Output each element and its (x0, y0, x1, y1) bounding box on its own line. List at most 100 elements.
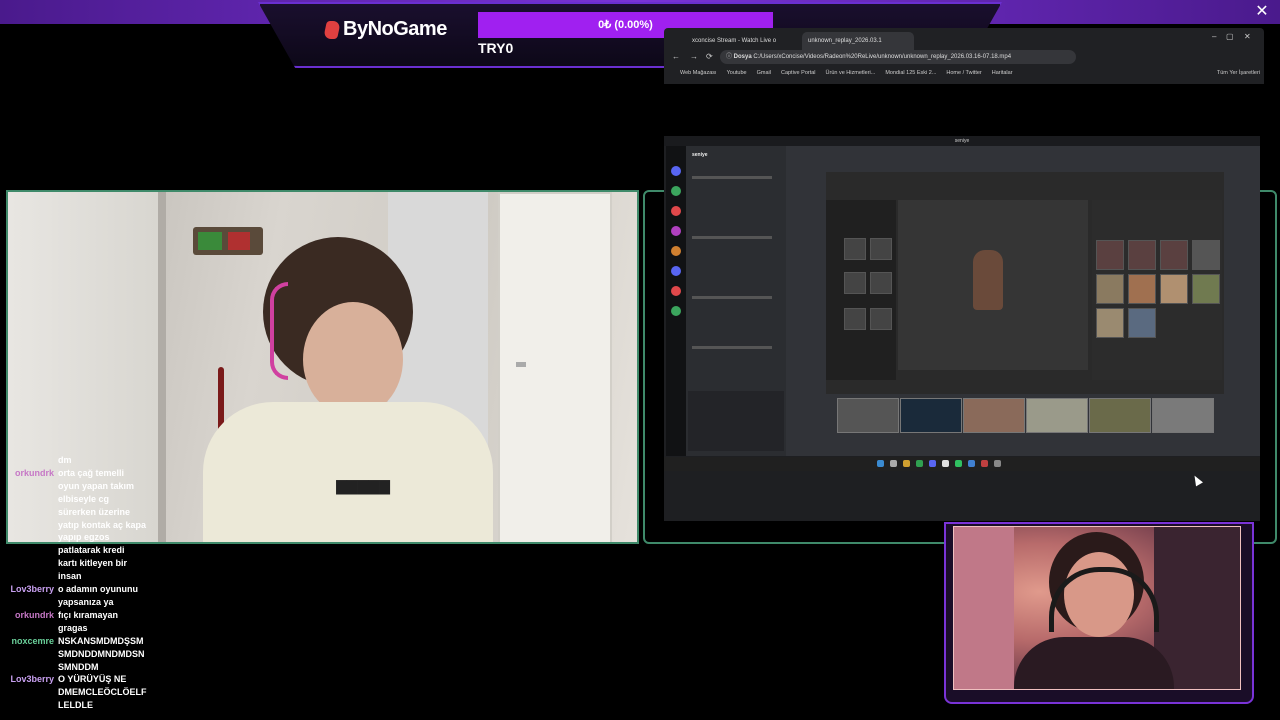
chat-message: oyun yapan takım (8, 480, 168, 493)
server-icon[interactable] (671, 306, 681, 316)
asset-thumb (1128, 240, 1156, 270)
app-icon[interactable] (981, 460, 988, 467)
shelf-item-green (198, 232, 222, 250)
chat-text: NSKANSMDMDŞSM (58, 635, 144, 646)
chat-message: orkundrk orta çağ temelli (8, 467, 168, 480)
chat-text: SMDNDDMNDMDSN (58, 648, 145, 659)
browser-tab[interactable]: xconcise Stream - Watch Live o (686, 32, 794, 50)
bookmark-item[interactable]: Mondial 125 Eski 2... (885, 70, 936, 80)
logo-text: ByNoGame (343, 18, 447, 40)
participant-stream-tile[interactable] (1089, 398, 1151, 433)
chat-username[interactable]: orkundrk (8, 467, 58, 480)
chat-username[interactable] (8, 557, 58, 570)
chat-username[interactable] (8, 648, 58, 661)
chat-username[interactable] (8, 454, 58, 467)
bookmark-item[interactable]: Gmail (757, 70, 771, 80)
steam-icon[interactable] (968, 460, 975, 467)
bookmark-item[interactable]: Tüm Yer İşaretleri (1217, 70, 1260, 80)
chat-username[interactable] (8, 480, 58, 493)
tab-label: unknown_replay_2026.03.1 (808, 38, 882, 44)
chat-username[interactable]: Lov3berry (8, 583, 58, 596)
explorer-icon[interactable] (903, 460, 910, 467)
bookmark-item[interactable]: Web Mağazası (680, 70, 717, 80)
app-icon[interactable] (994, 460, 1001, 467)
search-icon[interactable] (890, 460, 897, 467)
close-icon[interactable]: ✕ (1254, 4, 1270, 20)
server-icon[interactable] (671, 206, 681, 216)
browser-tab-active[interactable]: unknown_replay_2026.03.1 (802, 32, 914, 50)
server-icon[interactable] (671, 266, 681, 276)
chat-username[interactable] (8, 661, 58, 674)
face (303, 302, 403, 417)
bookmark-item[interactable]: Youtube (727, 70, 747, 80)
chat-username[interactable] (8, 493, 58, 506)
server-icon[interactable] (671, 186, 681, 196)
chat-username[interactable]: Lov3berry (8, 673, 58, 686)
chat-message: sürerken üzerine (8, 506, 168, 519)
asset-thumb (1192, 240, 1220, 270)
file-icon: ⓘ (726, 54, 734, 60)
chat-username[interactable] (8, 686, 58, 699)
participant-stream-tile[interactable] (1026, 398, 1088, 433)
channel-row (692, 236, 772, 239)
bookmark-item[interactable]: Haritalar (992, 70, 1013, 80)
chat-text: patlatarak kredi (58, 545, 125, 556)
whatsapp-icon[interactable] (955, 460, 962, 467)
chat-username[interactable] (8, 544, 58, 557)
bookmark-item[interactable]: Captive Portal (781, 70, 816, 80)
chat-username[interactable] (8, 622, 58, 635)
chat-text: yapıp egzos (58, 532, 110, 543)
start-icon[interactable] (877, 460, 884, 467)
asset-thumb (1096, 308, 1124, 338)
participant-stream-tile[interactable] (1152, 398, 1214, 433)
bookmark-item[interactable]: Home / Twitter (946, 70, 981, 80)
chrome-icon[interactable] (942, 460, 949, 467)
back-icon[interactable]: ← (672, 52, 680, 61)
minimize-icon[interactable]: – (1212, 32, 1216, 41)
chat-message: insan (8, 570, 168, 583)
chat-message: SMDNDDMNDMDSN (8, 648, 168, 661)
chat-message: yapıp egzos (8, 531, 168, 544)
forward-icon[interactable]: → (690, 52, 698, 61)
chat-username[interactable]: orkundrk (8, 609, 58, 622)
chat-username[interactable] (8, 596, 58, 609)
chat-username[interactable] (8, 699, 58, 712)
chat-text: elbiseyle cg (58, 493, 110, 504)
chat-username[interactable] (8, 519, 58, 532)
reload-icon[interactable]: ⟳ (706, 52, 713, 61)
chat-text: sürerken üzerine (58, 506, 131, 517)
chat-username[interactable] (8, 506, 58, 519)
window-close-icon[interactable]: ✕ (1244, 32, 1251, 41)
bynogame-logo: ByNoGame (323, 18, 447, 41)
chat-username[interactable]: noxcemre (8, 635, 58, 648)
headphones (270, 282, 288, 380)
3d-character-model (973, 250, 1003, 310)
chat-text: gragas (58, 622, 88, 633)
chat-message: gragas (8, 622, 168, 635)
server-icon[interactable] (671, 226, 681, 236)
chat-message: DMEMCLEÖCLÖELF (8, 686, 168, 699)
server-icon[interactable] (671, 246, 681, 256)
bookmark-item[interactable]: Ürün ve Hizmetleri... (826, 70, 876, 80)
bynogame-logo-icon (323, 20, 341, 39)
hoodie-print: ▇▇▇▇▇ (336, 479, 390, 495)
server-icon[interactable] (671, 286, 681, 296)
maximize-icon[interactable]: ▢ (1226, 32, 1234, 41)
chat-username[interactable] (8, 531, 58, 544)
asset-thumb (870, 238, 892, 260)
asset-thumb (1096, 274, 1124, 304)
chat-message: dm (8, 454, 168, 467)
discord-icon[interactable] (929, 460, 936, 467)
server-icon[interactable] (671, 166, 681, 176)
participant-stream-tile[interactable] (837, 398, 899, 433)
participant-stream-tile[interactable] (900, 398, 962, 433)
asset-thumb (1160, 240, 1188, 270)
chat-text: dm (58, 455, 72, 465)
participant-stream-tile[interactable] (963, 398, 1025, 433)
spotify-icon[interactable] (916, 460, 923, 467)
chat-message: yatıp kontak aç kapa (8, 519, 168, 532)
asset-thumb (1192, 274, 1220, 304)
address-bar[interactable]: ⓘ Dosya C:/Users/xConcise/Videos/Radeon%… (720, 50, 1076, 64)
asset-thumb (844, 238, 866, 260)
chat-username[interactable] (8, 570, 58, 583)
